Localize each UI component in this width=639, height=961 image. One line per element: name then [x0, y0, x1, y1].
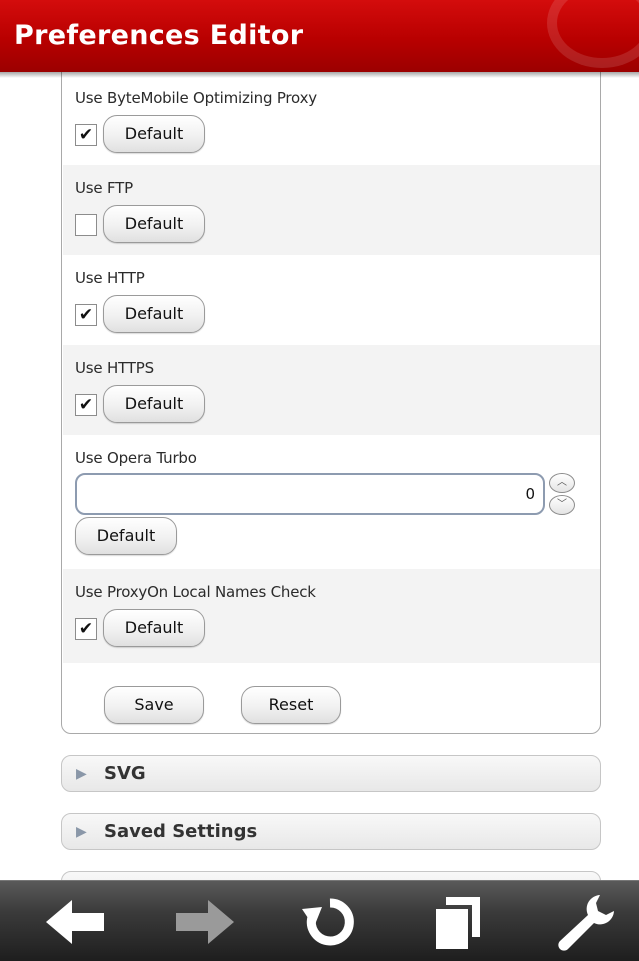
- default-button[interactable]: Default: [103, 205, 205, 243]
- default-button[interactable]: Default: [75, 517, 177, 555]
- checkmark-icon: ✔: [78, 125, 94, 145]
- bottom-toolbar: [0, 880, 639, 961]
- pref-checkbox[interactable]: ✔: [75, 394, 97, 416]
- pref-row-bytemobile: Use ByteMobile Optimizing Proxy ✔ Defaul…: [63, 75, 600, 165]
- checkmark-icon: ✔: [78, 305, 94, 325]
- network-section-panel: Use ByteMobile Optimizing Proxy ✔ Defaul…: [61, 72, 601, 734]
- wrench-icon: [558, 895, 614, 951]
- default-button[interactable]: Default: [103, 385, 205, 423]
- pref-row-http: Use HTTP ✔ Default: [63, 255, 600, 345]
- default-button[interactable]: Default: [103, 295, 205, 333]
- forward-arrow-icon: [176, 900, 234, 944]
- preferences-content[interactable]: Use ByteMobile Optimizing Proxy ✔ Defaul…: [0, 72, 639, 880]
- pref-checkbox[interactable]: ✔: [75, 618, 97, 640]
- reset-button[interactable]: Reset: [241, 686, 341, 724]
- chevron-down-icon: ﹀: [557, 499, 567, 510]
- opera-logo-swoosh: [547, 0, 639, 68]
- pref-label: Use ByteMobile Optimizing Proxy: [75, 89, 317, 107]
- page-title: Preferences Editor: [14, 20, 304, 51]
- pref-checkbox[interactable]: ✔: [75, 304, 97, 326]
- section-saved-settings[interactable]: ▶ Saved Settings: [61, 813, 601, 850]
- tabs-icon: [436, 897, 480, 949]
- section-title: Saved Settings: [104, 821, 258, 842]
- tabs-button[interactable]: [420, 891, 500, 953]
- section-title: SVG: [104, 763, 146, 784]
- pref-row-https: Use HTTPS ✔ Default: [63, 345, 600, 435]
- checkmark-icon: ✔: [78, 619, 94, 639]
- pref-row-proxyon-local-names: Use ProxyOn Local Names Check ✔ Default: [63, 569, 600, 663]
- reload-icon: [302, 898, 354, 946]
- settings-button[interactable]: [546, 891, 626, 953]
- pref-checkbox[interactable]: ✔: [75, 124, 97, 146]
- pref-label: Use HTTPS: [75, 359, 154, 377]
- app-header: Preferences Editor: [0, 0, 639, 72]
- pref-label: Use FTP: [75, 179, 133, 197]
- default-button[interactable]: Default: [103, 609, 205, 647]
- back-button[interactable]: [36, 891, 116, 953]
- header-shadow: [0, 72, 639, 78]
- pref-row-opera-turbo: Use Opera Turbo 0 ︿ ﹀ Default: [63, 435, 600, 569]
- default-button[interactable]: Default: [103, 115, 205, 153]
- chevron-up-icon: ︿: [557, 477, 567, 488]
- checkmark-icon: ✔: [78, 395, 94, 415]
- spin-down-button[interactable]: ﹀: [549, 495, 575, 515]
- pref-label: Use Opera Turbo: [75, 449, 197, 467]
- expand-arrow-icon: ▶: [76, 766, 87, 782]
- pref-checkbox[interactable]: [75, 214, 97, 236]
- expand-arrow-icon: ▶: [76, 824, 87, 840]
- pref-row-ftp: Use FTP Default: [63, 165, 600, 255]
- section-svg[interactable]: ▶ SVG: [61, 755, 601, 792]
- pref-label: Use HTTP: [75, 269, 145, 287]
- save-button[interactable]: Save: [104, 686, 204, 724]
- back-arrow-icon: [46, 900, 104, 944]
- spin-up-button[interactable]: ︿: [549, 473, 575, 493]
- reload-button[interactable]: [290, 891, 370, 953]
- pref-label: Use ProxyOn Local Names Check: [75, 583, 316, 601]
- opera-turbo-number-input[interactable]: 0: [75, 473, 545, 515]
- forward-button[interactable]: [164, 891, 244, 953]
- section-partial[interactable]: [61, 871, 601, 880]
